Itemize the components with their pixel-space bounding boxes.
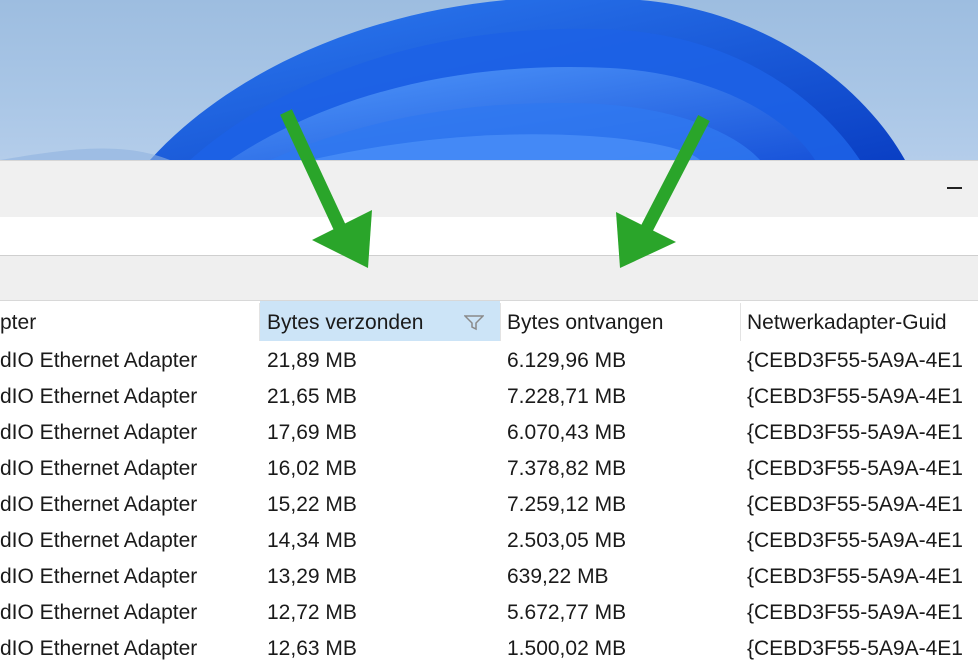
column-divider[interactable] [740,303,741,341]
cell-bytes-sent: 12,72 MB [267,601,357,624]
cell-adapter-guid: {CEBD3F55-5A9A-4E1 [747,385,963,408]
search-bar[interactable] [0,217,978,257]
cell-adapter-guid: {CEBD3F55-5A9A-4E1 [747,565,963,588]
column-header-adapter-guid[interactable]: Netwerkadapter-Guid [747,301,978,341]
cell-adapter-guid: {CEBD3F55-5A9A-4E1 [747,637,963,660]
wallpaper-bloom [0,0,905,160]
cell-bytes-sent: 17,69 MB [267,421,357,444]
table-row[interactable]: dIO Ethernet Adapter 12,72 MB 5.672,77 MB {… [0,595,978,631]
cell-adapter-guid: {CEBD3F55-5A9A-4E1 [747,493,963,516]
cell-bytes-received: 7.259,12 MB [507,493,627,516]
cell-adapter: dIO Ethernet Adapter [0,457,198,480]
app-window: pter Bytes verzonden Bytes ontvangen Net… [0,160,978,671]
cell-adapter-guid: {CEBD3F55-5A9A-4E1 [747,457,963,480]
cell-bytes-received: 2.503,05 MB [507,529,627,552]
table-row[interactable]: dIO Ethernet Adapter 15,22 MB 7.259,12 MB {… [0,487,978,523]
table-row[interactable]: dIO Ethernet Adapter 14,34 MB 2.503,05 MB {… [0,523,978,559]
table-row[interactable]: dIO Ethernet Adapter 17,69 MB 6.070,43 MB {… [0,415,978,451]
cell-bytes-received: 5.672,77 MB [507,601,627,624]
cell-bytes-received: 6.129,96 MB [507,349,627,372]
column-header-adapter[interactable]: pter [0,301,258,341]
cell-adapter: dIO Ethernet Adapter [0,565,198,588]
column-header-bytes-sent[interactable]: Bytes verzonden [260,301,500,341]
cell-bytes-received: 1.500,02 MB [507,637,627,660]
cell-adapter: dIO Ethernet Adapter [0,421,198,444]
table-row[interactable]: dIO Ethernet Adapter 21,65 MB 7.228,71 MB {… [0,379,978,415]
cell-bytes-received: 6.070,43 MB [507,421,627,444]
cell-bytes-sent: 21,65 MB [267,385,357,408]
table-row[interactable]: dIO Ethernet Adapter 12,63 MB 1.500,02 MB {… [0,631,978,667]
cell-adapter: dIO Ethernet Adapter [0,493,198,516]
cell-bytes-sent: 15,22 MB [267,493,357,516]
data-table: pter Bytes verzonden Bytes ontvangen Net… [0,301,978,671]
cell-bytes-received: 7.378,82 MB [507,457,627,480]
cell-adapter: dIO Ethernet Adapter [0,349,198,372]
cell-adapter: dIO Ethernet Adapter [0,385,198,408]
column-header-bytes-received[interactable]: Bytes ontvangen [507,301,737,341]
column-header-label: Bytes verzonden [267,311,424,334]
cell-adapter: dIO Ethernet Adapter [0,601,198,624]
table-row[interactable]: dIO Ethernet Adapter 16,02 MB 7.378,82 MB {… [0,451,978,487]
cell-adapter-guid: {CEBD3F55-5A9A-4E1 [747,529,963,552]
cell-bytes-received: 7.228,71 MB [507,385,627,408]
column-divider[interactable] [500,303,501,341]
cell-bytes-sent: 13,29 MB [267,565,357,588]
cell-bytes-sent: 16,02 MB [267,457,357,480]
cell-bytes-received: 639,22 MB [507,565,609,588]
cell-adapter: dIO Ethernet Adapter [0,637,198,660]
search-input[interactable] [0,217,978,257]
cell-adapter: dIO Ethernet Adapter [0,529,198,552]
table-row[interactable]: dIO Ethernet Adapter 21,89 MB 6.129,96 MB {… [0,343,978,379]
toolbar [0,256,978,301]
cell-bytes-sent: 14,34 MB [267,529,357,552]
cell-adapter-guid: {CEBD3F55-5A9A-4E1 [747,601,963,624]
desktop-wallpaper [0,0,978,160]
cell-adapter-guid: {CEBD3F55-5A9A-4E1 [747,421,963,444]
cell-adapter-guid: {CEBD3F55-5A9A-4E1 [747,349,963,372]
cell-bytes-sent: 21,89 MB [267,349,357,372]
table-row[interactable]: dIO Ethernet Adapter 13,29 MB 639,22 MB {CE… [0,559,978,595]
cell-bytes-sent: 12,63 MB [267,637,357,660]
filter-icon[interactable] [464,315,484,331]
minimize-icon[interactable] [947,187,962,189]
title-bar [0,161,978,217]
